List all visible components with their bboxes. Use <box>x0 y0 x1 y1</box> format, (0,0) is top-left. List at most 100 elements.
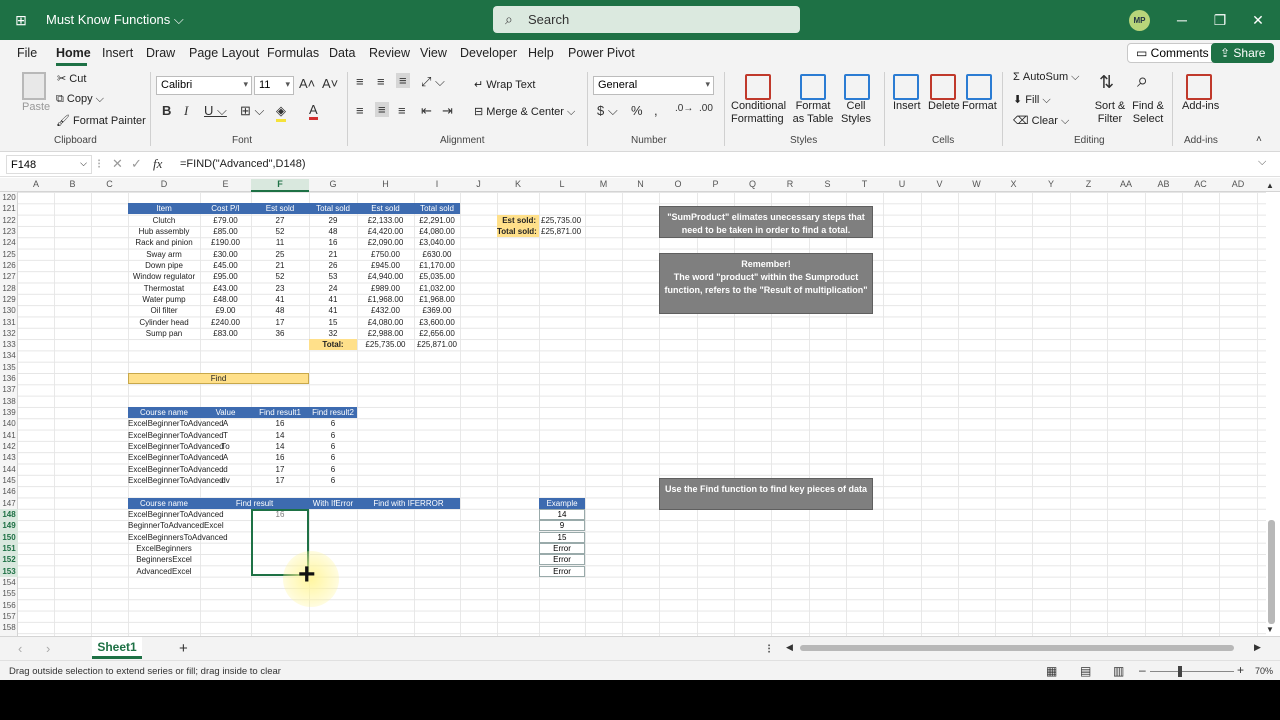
table2-cell[interactable]: dv <box>200 475 251 486</box>
table3-header[interactable]: Find result <box>200 497 309 509</box>
table1-cell[interactable]: 53 <box>309 271 357 282</box>
table1-cell[interactable]: 29 <box>309 215 357 226</box>
zoom-slider-handle[interactable] <box>1178 666 1182 677</box>
align-left-icon[interactable]: ≡ <box>356 103 364 118</box>
table1-cell[interactable]: Window regulator <box>128 271 200 282</box>
column-header-j[interactable]: J <box>460 179 497 189</box>
column-header-k[interactable]: K <box>497 179 539 189</box>
borders-icon[interactable]: ⊞ ⌵ <box>240 103 264 119</box>
row-header-129[interactable]: 129 <box>0 294 18 305</box>
row-header-133[interactable]: 133 <box>0 339 18 350</box>
summary-est-label[interactable]: Est sold: <box>497 215 539 226</box>
column-header-w[interactable]: W <box>958 179 995 189</box>
conditional-formatting-button[interactable]: Conditional Formatting <box>731 100 786 126</box>
format-as-table-button[interactable]: Format as Table <box>789 100 837 126</box>
tab-help[interactable]: Help <box>528 46 554 60</box>
wrap-text-button[interactable]: ↵ Wrap Text <box>474 78 535 91</box>
table1-cell[interactable]: Down pipe <box>128 260 200 271</box>
row-header-132[interactable]: 132 <box>0 328 18 339</box>
add-ins-button[interactable]: Add-ins <box>1182 100 1219 112</box>
table2-header[interactable]: Value <box>200 407 251 419</box>
underline-icon[interactable]: U ⌵ <box>204 103 227 119</box>
table1-header[interactable]: Est sold <box>251 203 309 215</box>
decrease-indent-icon[interactable]: ⇤ <box>421 103 432 119</box>
search-box[interactable]: ⌕ Search <box>493 6 800 33</box>
table2-cell[interactable]: A <box>200 418 251 429</box>
table1-cell[interactable]: £2,090.00 <box>357 237 414 248</box>
increase-decimal-icon[interactable]: .0→ <box>675 103 693 114</box>
cancel-icon[interactable]: ✕ <box>112 156 123 172</box>
summary-total-label[interactable]: Total sold: <box>497 226 539 237</box>
tab-page-layout[interactable]: Page Layout <box>189 46 259 60</box>
zoom-out-icon[interactable]: – <box>1139 663 1146 677</box>
table1-header[interactable]: Item <box>128 203 200 215</box>
table2-cell[interactable]: 6 <box>309 475 357 486</box>
cut-button[interactable]: ✂ Cut <box>57 72 86 85</box>
column-header-b[interactable]: B <box>54 179 91 189</box>
table2-cell[interactable]: 6 <box>309 464 357 475</box>
row-header-151[interactable]: 151 <box>0 542 18 555</box>
vertical-scrollbar[interactable] <box>1268 520 1275 624</box>
table1-cell[interactable]: Sump pan <box>128 328 200 339</box>
table2-header[interactable]: Find result1 <box>251 407 309 419</box>
prev-sheet-icon[interactable]: ‹ <box>18 641 22 656</box>
table2-cell[interactable]: 6 <box>309 452 357 463</box>
table1-cell[interactable]: 48 <box>309 226 357 237</box>
scroll-right-icon[interactable]: ▶ <box>1254 642 1261 653</box>
row-header-149[interactable]: 149 <box>0 520 18 532</box>
minimize-icon[interactable]: ─ <box>1172 10 1192 30</box>
clear-button[interactable]: ⌫ Clear ⌵ <box>1013 114 1069 128</box>
table1-cell[interactable]: £945.00 <box>357 260 414 271</box>
table1-cell[interactable]: £369.00 <box>414 305 460 316</box>
table2-header[interactable]: Course name <box>128 407 200 419</box>
share-button[interactable]: ⇪ Share <box>1211 43 1275 63</box>
add-sheet-icon[interactable]: + <box>179 640 188 657</box>
table1-cell[interactable]: 41 <box>309 305 357 316</box>
align-middle-icon[interactable]: ≡ <box>377 74 385 89</box>
column-header-g[interactable]: G <box>309 179 357 189</box>
comma-icon[interactable]: , <box>654 103 658 118</box>
table1-cell[interactable]: 48 <box>251 305 309 316</box>
format-cells-button[interactable]: Format <box>962 100 997 112</box>
table1-cell[interactable]: £4,940.00 <box>357 271 414 282</box>
total-label[interactable]: Total: <box>309 339 357 350</box>
table2-header[interactable]: Find result2 <box>309 407 357 419</box>
close-icon[interactable]: ✕ <box>1248 10 1268 30</box>
column-header-i[interactable]: I <box>414 179 460 189</box>
example-cell[interactable]: 9 <box>539 520 585 532</box>
column-header-ab[interactable]: AB <box>1145 179 1182 189</box>
sort-filter-button[interactable]: Sort & Filter <box>1091 100 1129 126</box>
row-header-153[interactable]: 153 <box>0 565 18 577</box>
table2-cell[interactable]: 6 <box>309 418 357 429</box>
document-title[interactable]: Must Know Functions ⌵ <box>46 12 184 28</box>
table2-cell[interactable]: 14 <box>251 430 309 441</box>
column-header-e[interactable]: E <box>200 179 251 189</box>
column-header-ad[interactable]: AD <box>1219 179 1257 189</box>
table1-cell[interactable]: £48.00 <box>200 294 251 305</box>
column-header-q[interactable]: Q <box>734 179 771 189</box>
cell-styles-button[interactable]: Cell Styles <box>838 100 874 126</box>
column-header-ac[interactable]: AC <box>1182 179 1219 189</box>
row-header-155[interactable]: 155 <box>0 588 18 599</box>
table1-cell[interactable]: 24 <box>309 283 357 294</box>
scroll-down-icon[interactable]: ▼ <box>1266 625 1274 634</box>
column-header-x[interactable]: X <box>995 179 1032 189</box>
table3-course-cell[interactable]: BeginnerToAdvancedExcel <box>128 520 224 531</box>
column-header-p[interactable]: P <box>697 179 734 189</box>
zoom-in-icon[interactable]: + <box>1237 663 1244 677</box>
total-est-sold[interactable]: £25,735.00 <box>357 339 414 350</box>
table1-cell[interactable]: £432.00 <box>357 305 414 316</box>
table1-cell[interactable]: 41 <box>309 294 357 305</box>
column-header-z[interactable]: Z <box>1070 179 1107 189</box>
table1-cell[interactable]: £2,291.00 <box>414 215 460 226</box>
table2-cell[interactable]: 17 <box>251 475 309 486</box>
table1-header[interactable]: Total sold <box>309 203 357 215</box>
table3-header[interactable]: Find with IFERROR <box>357 497 460 509</box>
table2-cell[interactable]: 6 <box>309 430 357 441</box>
column-header-r[interactable]: R <box>771 179 809 189</box>
table1-cell[interactable]: £1,968.00 <box>357 294 414 305</box>
example-header[interactable]: Example <box>539 497 585 509</box>
table1-cell[interactable]: 26 <box>309 260 357 271</box>
table1-cell[interactable]: £630.00 <box>414 249 460 260</box>
table1-cell[interactable]: 21 <box>251 260 309 271</box>
